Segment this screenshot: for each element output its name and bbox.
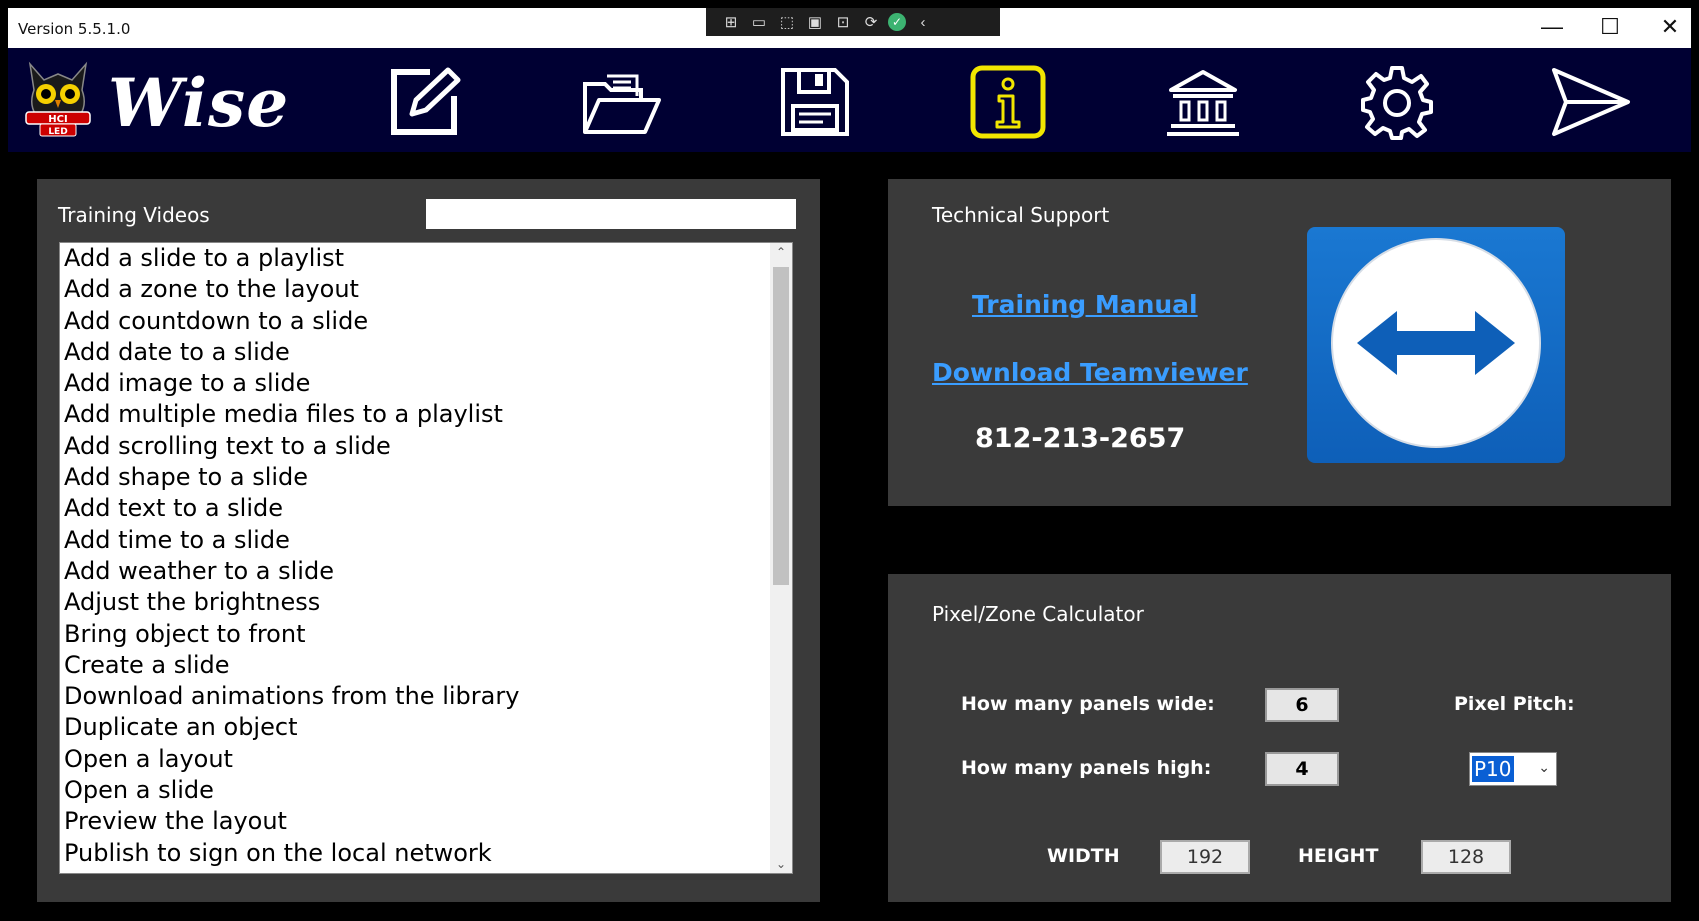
- debug-toolbar: ⊞ ▭ ⬚ ▣ ⊡ ⟳ ✓ ‹: [706, 8, 1000, 36]
- publish-button[interactable]: [1545, 60, 1635, 144]
- record-icon[interactable]: ▭: [748, 13, 770, 31]
- panels-wide-input[interactable]: 6: [1265, 688, 1339, 722]
- edit-icon: [391, 67, 461, 135]
- panels-wide-label: How many panels wide:: [961, 693, 1215, 715]
- list-item[interactable]: Add time to a slide: [64, 525, 792, 556]
- list-item[interactable]: Create a slide: [64, 650, 792, 681]
- panels-high-input[interactable]: 4: [1265, 752, 1339, 786]
- list-item[interactable]: Download animations from the library: [64, 681, 792, 712]
- training-videos-title: Training Videos: [58, 203, 210, 227]
- support-phone: 812-213-2657: [975, 423, 1186, 454]
- list-item[interactable]: Add scrolling text to a slide: [64, 431, 792, 462]
- list-item[interactable]: Add image to a slide: [64, 368, 792, 399]
- save-icon: [781, 68, 849, 136]
- info-button[interactable]: [963, 60, 1053, 144]
- list-item[interactable]: Add date to a slide: [64, 337, 792, 368]
- minimize-button[interactable]: —: [1532, 14, 1572, 40]
- edit-button[interactable]: [381, 60, 471, 144]
- owl-logo-icon: HCI LED: [25, 61, 91, 137]
- brand-title: Wise: [108, 64, 290, 142]
- open-button[interactable]: [576, 60, 666, 144]
- training-videos-list[interactable]: Add a slide to a playlist Add a zone to t…: [59, 242, 793, 874]
- list-item[interactable]: Bring object to front: [64, 619, 792, 650]
- download-teamviewer-link[interactable]: Download Teamviewer: [932, 358, 1248, 387]
- maximize-button[interactable]: ☐: [1590, 14, 1630, 40]
- hot-reload-icon[interactable]: ⟳: [860, 13, 882, 31]
- list-item[interactable]: Add shape to a slide: [64, 462, 792, 493]
- list-item[interactable]: Publish to sign on the local network: [64, 838, 792, 869]
- pixel-calculator-title: Pixel/Zone Calculator: [932, 602, 1144, 626]
- inspect-icon[interactable]: ⊞: [720, 13, 742, 31]
- list-item[interactable]: Add weather to a slide: [64, 556, 792, 587]
- pixel-pitch-label: Pixel Pitch:: [1454, 693, 1575, 715]
- panels-high-label: How many panels high:: [961, 757, 1212, 779]
- width-label: WIDTH: [1047, 845, 1120, 867]
- list-item[interactable]: Duplicate an object: [64, 712, 792, 743]
- scroll-thumb[interactable]: [773, 267, 789, 585]
- list-item[interactable]: Preview the layout: [64, 806, 792, 837]
- height-label: HEIGHT: [1298, 845, 1379, 867]
- list-item[interactable]: Adjust the brightness: [64, 587, 792, 618]
- technical-support-title: Technical Support: [932, 203, 1110, 227]
- pixel-pitch-select[interactable]: P10 ⌄: [1469, 752, 1557, 786]
- list-item[interactable]: Open a layout: [64, 744, 792, 775]
- list-item[interactable]: Add a slide to a playlist: [64, 243, 792, 274]
- height-output: 128: [1421, 840, 1511, 874]
- send-icon: [1552, 68, 1630, 136]
- collapse-icon[interactable]: ‹: [912, 14, 934, 31]
- list-item[interactable]: Add a zone to the layout: [64, 274, 792, 305]
- logo-sub-text: LED: [48, 127, 67, 137]
- training-manual-link[interactable]: Training Manual: [972, 290, 1198, 319]
- track-icon[interactable]: ⊡: [832, 13, 854, 31]
- version-label: Version 5.5.1.0: [18, 20, 131, 38]
- gear-icon: [1361, 66, 1433, 140]
- close-button[interactable]: ✕: [1650, 14, 1690, 40]
- ok-icon[interactable]: ✓: [888, 13, 906, 31]
- scroll-down-icon[interactable]: ⌄: [770, 857, 792, 871]
- training-search-input[interactable]: [426, 199, 796, 229]
- select-icon[interactable]: ⬚: [776, 13, 798, 31]
- teamviewer-button[interactable]: [1307, 227, 1565, 463]
- pixel-pitch-value: P10: [1472, 756, 1514, 782]
- scroll-up-icon[interactable]: ⌃: [770, 245, 792, 259]
- list-item[interactable]: Open a slide: [64, 775, 792, 806]
- info-icon: [970, 65, 1046, 139]
- save-button[interactable]: [770, 60, 860, 144]
- width-output: 192: [1160, 840, 1250, 874]
- chevron-down-icon: ⌄: [1538, 759, 1550, 775]
- folder-open-icon: [583, 74, 661, 134]
- library-button[interactable]: [1158, 60, 1248, 144]
- layout-icon[interactable]: ▣: [804, 13, 826, 31]
- settings-button[interactable]: [1352, 60, 1442, 144]
- list-scrollbar[interactable]: ⌃ ⌄: [770, 243, 792, 873]
- library-icon: [1167, 70, 1239, 136]
- teamviewer-icon: [1331, 238, 1541, 448]
- list-item[interactable]: Add multiple media files to a playlist: [64, 399, 792, 430]
- list-item[interactable]: Add text to a slide: [64, 493, 792, 524]
- logo-badge-text: HCI: [48, 114, 67, 125]
- list-item[interactable]: Add countdown to a slide: [64, 306, 792, 337]
